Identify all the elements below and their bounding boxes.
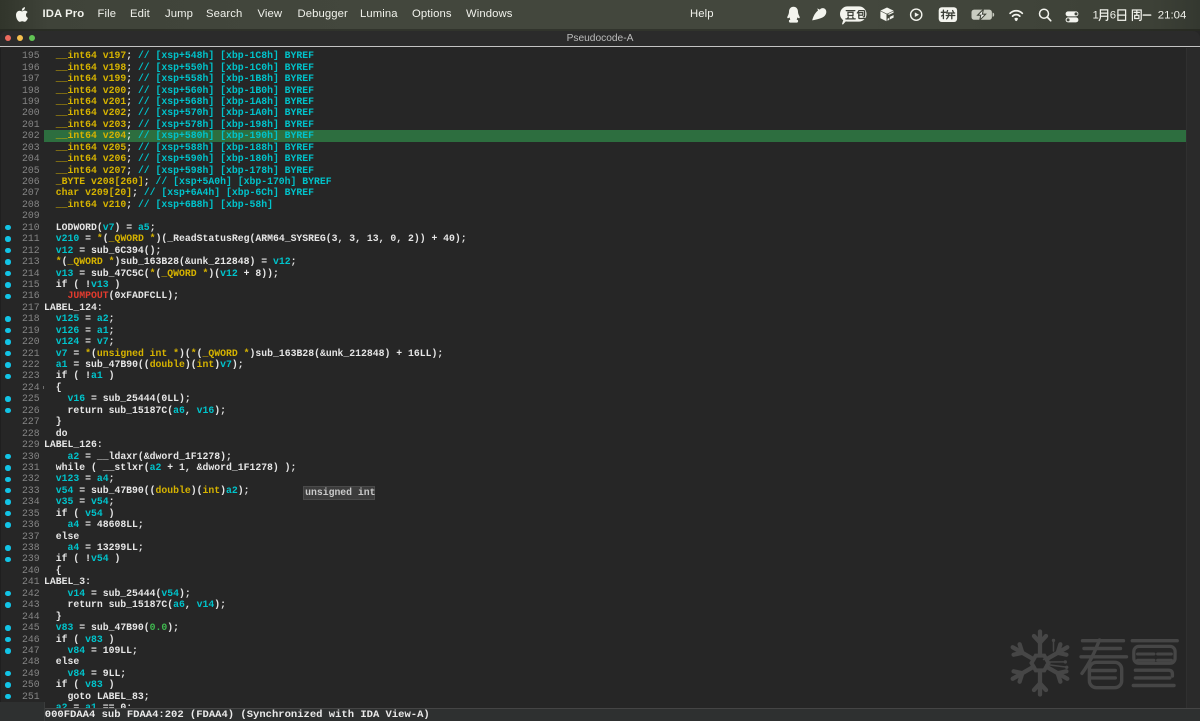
svg-text:6: 6 <box>1110 10 1116 22</box>
svg-text:1: 1 <box>1093 10 1099 22</box>
svg-text:21:04: 21:04 <box>1158 10 1187 22</box>
